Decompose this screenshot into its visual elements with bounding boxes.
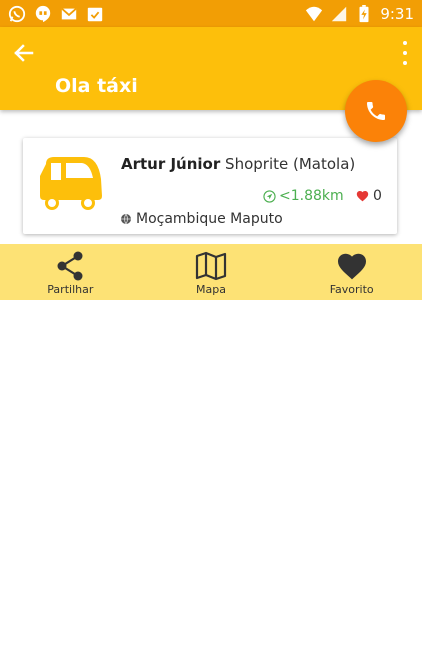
- taxi-icon: [40, 157, 102, 210]
- distance-info: <1.88km: [263, 188, 344, 204]
- notification-icons: [8, 5, 104, 23]
- wifi-icon: [306, 6, 323, 21]
- location-info: Moçambique Maputo: [120, 211, 283, 227]
- call-button[interactable]: [345, 80, 407, 142]
- heart-icon: [337, 253, 366, 280]
- globe-icon: [121, 213, 131, 225]
- likes-count: 0: [373, 188, 382, 204]
- calendar-icon: [87, 7, 103, 21]
- system-icons: 9:31: [305, 4, 414, 23]
- share-icon: [57, 251, 83, 281]
- distance-value: <1.88km: [279, 188, 344, 204]
- page-title: Ola táxi: [55, 75, 138, 97]
- whatsapp-icon: [8, 5, 26, 22]
- location-text: Moçambique Maputo: [136, 211, 283, 227]
- map-label: Mapa: [196, 283, 226, 296]
- card-title: Artur Júnior Shoprite (Matola): [121, 155, 355, 173]
- place-name: Shoprite (Matola): [225, 155, 356, 173]
- phone-icon: [367, 102, 385, 120]
- favorite-label: Favorito: [329, 283, 374, 296]
- battery-charging-icon: [359, 4, 369, 22]
- action-bar: Partilhar Mapa Favorito: [0, 244, 422, 300]
- hangouts-icon: [35, 5, 51, 22]
- share-label: Partilhar: [47, 283, 94, 296]
- heart-small-icon: [356, 191, 369, 202]
- likes-info: 0: [356, 188, 382, 204]
- signal-icon: [332, 6, 347, 21]
- favorite-button[interactable]: Favorito: [281, 244, 422, 300]
- taxi-card[interactable]: Artur Júnior Shoprite (Matola) <1.88km 0…: [23, 138, 397, 234]
- more-vertical-icon[interactable]: [400, 41, 410, 65]
- clock: 9:31: [380, 4, 414, 23]
- gmail-icon: [61, 7, 77, 19]
- driver-name: Artur Júnior: [121, 155, 221, 173]
- arrow-left-icon[interactable]: [10, 39, 38, 67]
- share-button[interactable]: Partilhar: [0, 244, 141, 300]
- map-icon: [195, 251, 227, 281]
- navigation-icon: [263, 189, 276, 203]
- status-bar: 9:31: [0, 0, 422, 27]
- map-button[interactable]: Mapa: [141, 244, 282, 300]
